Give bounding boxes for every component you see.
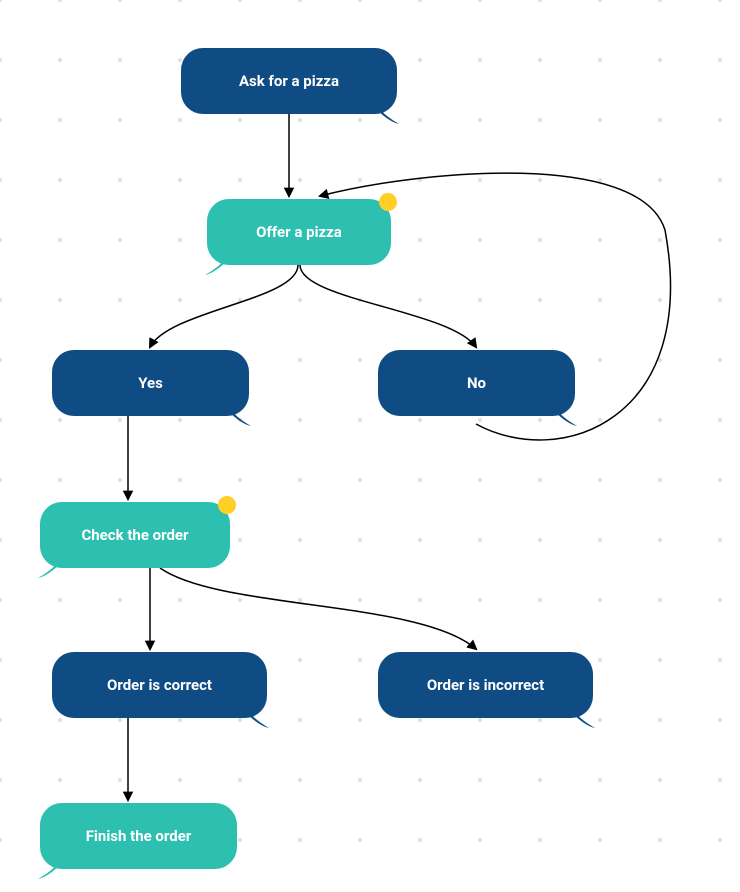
- flow-canvas[interactable]: Ask for a pizza Offer a pizza Yes No Che…: [0, 0, 740, 892]
- node-order-incorrect[interactable]: Order is incorrect: [378, 652, 593, 718]
- node-label: Yes: [138, 374, 163, 392]
- edge-offer-no: [300, 265, 476, 347]
- node-check-order[interactable]: Check the order: [40, 502, 230, 568]
- node-label: No: [467, 374, 486, 392]
- warning-badge-icon: [218, 496, 236, 514]
- node-finish-order[interactable]: Finish the order: [40, 803, 237, 869]
- node-offer-pizza[interactable]: Offer a pizza: [207, 199, 391, 265]
- node-label: Order is incorrect: [427, 676, 544, 694]
- edge-offer-yes: [150, 265, 298, 347]
- node-label: Offer a pizza: [256, 223, 342, 241]
- node-no[interactable]: No: [378, 350, 575, 416]
- node-ask-for-pizza[interactable]: Ask for a pizza: [181, 48, 397, 114]
- warning-badge-icon: [379, 193, 397, 211]
- connectors-layer: [0, 0, 740, 892]
- node-label: Finish the order: [86, 827, 192, 845]
- node-order-correct[interactable]: Order is correct: [52, 652, 267, 718]
- edge-check-incorrect: [160, 568, 476, 649]
- node-yes[interactable]: Yes: [52, 350, 249, 416]
- node-label: Order is correct: [107, 676, 212, 694]
- node-label: Ask for a pizza: [239, 72, 339, 90]
- node-label: Check the order: [81, 526, 188, 544]
- dot-grid-background: [0, 0, 740, 892]
